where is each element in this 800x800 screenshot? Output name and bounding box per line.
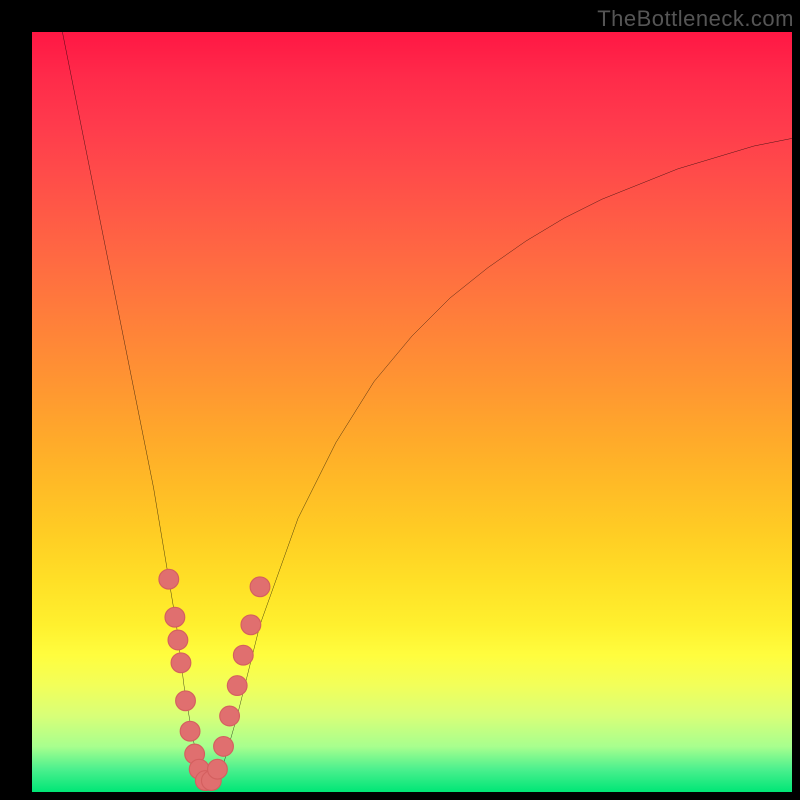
chart-frame: TheBottleneck.com bbox=[0, 0, 800, 800]
curve-marker bbox=[180, 721, 200, 741]
bottleneck-curve-path bbox=[62, 32, 792, 784]
curve-marker bbox=[171, 653, 191, 673]
plot-area bbox=[32, 32, 792, 792]
curve-marker bbox=[168, 630, 188, 650]
curve-marker bbox=[208, 759, 228, 779]
curve-markers bbox=[159, 569, 270, 790]
curve-marker bbox=[227, 676, 247, 696]
bottleneck-curve-svg bbox=[32, 32, 792, 792]
curve-marker bbox=[159, 569, 179, 589]
curve-marker bbox=[250, 577, 270, 597]
curve-marker bbox=[176, 691, 196, 711]
curve-marker bbox=[165, 607, 185, 627]
curve-marker bbox=[214, 737, 234, 757]
curve-marker bbox=[220, 706, 240, 726]
curve-marker bbox=[233, 645, 253, 665]
watermark-text: TheBottleneck.com bbox=[597, 6, 794, 32]
curve-marker bbox=[241, 615, 261, 635]
